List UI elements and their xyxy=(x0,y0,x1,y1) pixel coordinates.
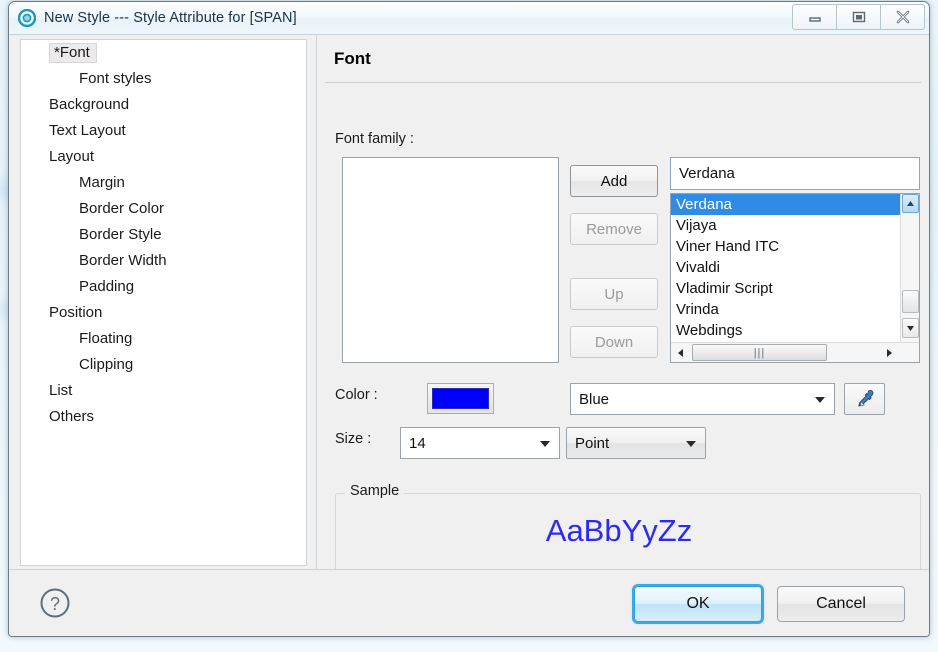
title-separator xyxy=(325,82,921,83)
list-item[interactable]: Webdings xyxy=(671,320,919,341)
tree-item-clipping[interactable]: Clipping xyxy=(21,352,306,378)
sample-group-label: Sample xyxy=(345,483,405,499)
list-item[interactable]: Vrinda xyxy=(671,299,919,320)
font-family-input[interactable]: Verdana xyxy=(670,157,920,190)
list-item[interactable]: Vivaldi xyxy=(671,257,919,278)
color-select-value: Blue xyxy=(579,390,610,408)
tree-item-list[interactable]: List xyxy=(21,378,306,404)
window-title: New Style --- Style Attribute for [SPAN] xyxy=(44,10,297,26)
tree-item-border-width[interactable]: Border Width xyxy=(21,248,306,274)
color-swatch-button[interactable] xyxy=(427,383,494,414)
scroll-up-icon[interactable] xyxy=(902,194,919,213)
tree-item-border-color[interactable]: Border Color xyxy=(21,196,306,222)
size-select[interactable]: 14 xyxy=(400,427,560,459)
eyedropper-icon xyxy=(857,390,873,407)
tree-item-font[interactable]: *Font xyxy=(21,40,306,66)
scroll-left-icon[interactable] xyxy=(673,344,689,361)
scroll-right-icon[interactable] xyxy=(881,344,897,361)
tree-item-floating[interactable]: Floating xyxy=(21,326,306,352)
chevron-down-icon xyxy=(815,397,825,403)
tree-item-background[interactable]: Background xyxy=(21,92,306,118)
size-select-value: 14 xyxy=(409,434,426,452)
dialog-content: *Font Font styles Background Text Layout… xyxy=(9,35,929,589)
minimize-icon[interactable] xyxy=(792,4,837,30)
chevron-down-icon xyxy=(686,441,696,447)
available-fonts-list[interactable]: Verdana Vijaya Viner Hand ITC Vivaldi Vl… xyxy=(670,193,920,363)
maximize-icon[interactable] xyxy=(836,4,881,30)
move-down-button[interactable]: Down xyxy=(570,326,658,358)
ok-button[interactable]: OK xyxy=(634,586,762,622)
selected-font-families-list[interactable] xyxy=(342,157,559,363)
font-settings-panel: Font Font family : Add Remove Up Down Ve… xyxy=(317,35,929,589)
chevron-down-icon xyxy=(540,441,550,447)
eyedropper-button[interactable] xyxy=(844,383,885,415)
list-item[interactable]: Viner Hand ITC xyxy=(671,236,919,257)
page-title: Font xyxy=(334,49,371,68)
tree-item-text-layout[interactable]: Text Layout xyxy=(21,118,306,144)
font-list-vertical-scrollbar[interactable] xyxy=(900,194,919,342)
font-family-label: Font family : xyxy=(335,131,414,147)
help-icon: ? xyxy=(40,588,70,618)
tree-item-margin[interactable]: Margin xyxy=(21,170,306,196)
category-tree[interactable]: *Font Font styles Background Text Layout… xyxy=(20,39,307,566)
color-label: Color : xyxy=(335,387,378,403)
size-unit-select[interactable]: Point xyxy=(566,427,706,459)
help-button[interactable]: ? xyxy=(35,583,75,623)
sample-preview-text: AaBbYyZz xyxy=(545,513,693,548)
style-target-icon xyxy=(18,9,36,27)
color-select[interactable]: Blue xyxy=(570,383,835,415)
remove-button[interactable]: Remove xyxy=(570,213,658,245)
tree-item-position[interactable]: Position xyxy=(21,300,306,326)
add-button[interactable]: Add xyxy=(570,165,658,197)
list-item[interactable]: Vijaya xyxy=(671,215,919,236)
tree-item-border-style[interactable]: Border Style xyxy=(21,222,306,248)
window-controls xyxy=(792,4,925,30)
dialog-window: New Style --- Style Attribute for [SPAN] xyxy=(8,1,930,637)
vertical-scroll-thumb[interactable] xyxy=(902,290,919,313)
svg-text:?: ? xyxy=(50,594,60,614)
font-list-horizontal-scrollbar[interactable]: ||| xyxy=(671,342,919,362)
tree-item-padding[interactable]: Padding xyxy=(21,274,306,300)
tree-item-font-styles[interactable]: Font styles xyxy=(21,66,306,92)
dialog-footer: ? OK Cancel xyxy=(9,569,929,636)
title-bar: New Style --- Style Attribute for [SPAN] xyxy=(9,2,929,35)
move-up-button[interactable]: Up xyxy=(570,278,658,310)
size-unit-value: Point xyxy=(575,434,610,452)
horizontal-scroll-thumb[interactable]: ||| xyxy=(692,344,827,361)
tree-item-layout[interactable]: Layout xyxy=(21,144,306,170)
close-icon[interactable] xyxy=(880,4,925,30)
size-label: Size : xyxy=(335,431,372,447)
list-item[interactable]: Vladimir Script xyxy=(671,278,919,299)
scroll-down-icon[interactable] xyxy=(902,318,919,338)
tree-item-others[interactable]: Others xyxy=(21,404,306,430)
cancel-button[interactable]: Cancel xyxy=(777,586,905,622)
color-swatch xyxy=(432,388,489,409)
list-item[interactable]: Verdana xyxy=(671,194,919,215)
